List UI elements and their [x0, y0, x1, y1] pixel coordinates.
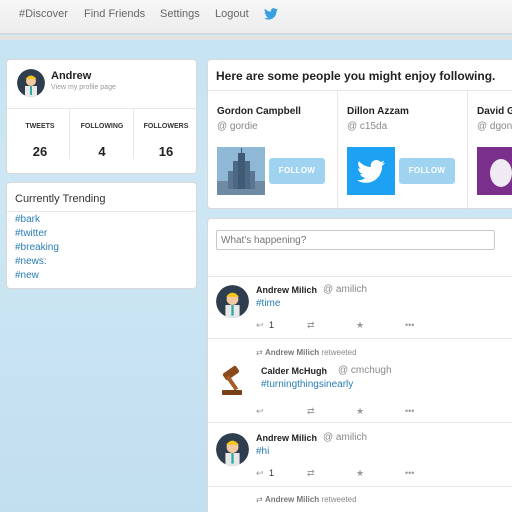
twitter-bird-icon[interactable]: [264, 8, 278, 20]
retweeter-name[interactable]: Andrew Milich: [265, 348, 319, 357]
nav-find-friends[interactable]: Find Friends: [84, 8, 145, 20]
trend-item[interactable]: #news:: [15, 256, 47, 267]
timeline-card: Andrew Milich @ amilich #time ↩ 1 ⇄ ★ ••…: [207, 218, 512, 512]
nav-settings[interactable]: Settings: [160, 8, 200, 20]
trending-card: Currently Trending #bark #twitter #break…: [6, 182, 197, 289]
suggestion-name[interactable]: Gordon Campbell: [217, 106, 301, 117]
retweet-icon[interactable]: ⇄: [307, 320, 315, 331]
suggestion-name[interactable]: David G: [477, 106, 512, 117]
divider: [208, 338, 512, 339]
avatar[interactable]: [17, 69, 45, 97]
tweet-hashtag[interactable]: #time: [256, 298, 280, 309]
divider: [467, 91, 468, 209]
egg-icon[interactable]: [477, 147, 512, 195]
divider: [133, 109, 134, 159]
divider: [7, 211, 196, 212]
more-options-icon[interactable]: •••: [405, 320, 414, 330]
retweet-icon[interactable]: ⇄: [307, 406, 315, 417]
tweet-author-handle[interactable]: @ amilich: [323, 284, 367, 295]
retweeted-label: retweeted: [321, 495, 357, 504]
favorite-icon[interactable]: ★: [356, 468, 364, 479]
reply-icon[interactable]: ↩: [256, 320, 264, 331]
trend-item[interactable]: #twitter: [15, 228, 47, 239]
who-to-follow-card: Here are some people you might enjoy fol…: [207, 59, 512, 209]
tweet-author-handle[interactable]: @ cmchugh: [338, 365, 392, 376]
suggest-title: Here are some people you might enjoy fol…: [216, 69, 496, 83]
divider: [337, 91, 338, 209]
profile-name[interactable]: Andrew: [51, 70, 91, 82]
gavel-avatar[interactable]: [216, 365, 249, 398]
trending-title: Currently Trending: [15, 193, 106, 205]
follow-button[interactable]: FOLLOW: [269, 158, 325, 184]
tweet-author-name[interactable]: Calder McHugh: [261, 366, 327, 376]
profile-card: Andrew View my profile page TWEETS FOLLO…: [6, 59, 197, 174]
reply-icon[interactable]: ↩: [256, 406, 264, 417]
divider: [208, 422, 512, 423]
stat-label-following: FOLLOWING: [80, 123, 124, 130]
stat-value-tweets[interactable]: 26: [9, 144, 71, 159]
suggestion-handle[interactable]: @ gordie: [217, 121, 258, 132]
retweeted-label: retweeted: [321, 348, 357, 357]
suggestion-handle[interactable]: @ c15da: [347, 121, 387, 132]
divider: [7, 108, 196, 109]
profile-page-link[interactable]: View my profile page: [51, 84, 116, 91]
favorite-icon[interactable]: ★: [356, 320, 364, 331]
stat-label-followers: FOLLOWERS: [143, 123, 189, 130]
twitter-bird-icon[interactable]: [347, 147, 395, 195]
more-options-icon[interactable]: •••: [405, 406, 414, 416]
reply-icon[interactable]: ↩: [256, 468, 264, 479]
retweet-icon[interactable]: ⇄: [307, 468, 315, 479]
stat-value-following[interactable]: 4: [71, 144, 133, 159]
more-options-icon[interactable]: •••: [405, 468, 414, 478]
building-photo[interactable]: [217, 147, 265, 195]
retweet-indicator: ⇄ Andrew Milich retweeted: [256, 348, 357, 357]
divider: [208, 486, 512, 487]
trend-item[interactable]: #breaking: [15, 242, 59, 253]
suggestion-handle[interactable]: @ dgon: [477, 121, 512, 132]
retweet-indicator: ⇄ Andrew Milich retweeted: [256, 495, 357, 504]
reply-count: 1: [269, 320, 275, 330]
top-nav-bar: #Discover Find Friends Settings Logout: [0, 0, 512, 34]
top-bar-divider: [0, 35, 512, 40]
compose-tweet-input[interactable]: [216, 230, 495, 250]
nav-logout[interactable]: Logout: [215, 8, 249, 20]
favorite-icon[interactable]: ★: [356, 406, 364, 417]
divider: [208, 276, 512, 277]
tweet-author-name[interactable]: Andrew Milich: [256, 433, 317, 443]
retweeter-name[interactable]: Andrew Milich: [265, 495, 319, 504]
tweet-author-handle[interactable]: @ amilich: [323, 432, 367, 443]
tweet-hashtag[interactable]: #turningthingsinearly: [261, 379, 353, 390]
follow-button[interactable]: FOLLOW: [399, 158, 455, 184]
stat-value-followers[interactable]: 16: [135, 144, 197, 159]
nav-discover[interactable]: #Discover: [19, 8, 68, 20]
avatar[interactable]: [216, 433, 249, 466]
avatar[interactable]: [216, 285, 249, 318]
tweet-hashtag[interactable]: #hi: [256, 446, 269, 457]
tweet-author-name[interactable]: Andrew Milich: [256, 285, 317, 295]
trend-item[interactable]: #bark: [15, 214, 40, 225]
reply-count: 1: [269, 468, 275, 478]
trend-item[interactable]: #new: [15, 270, 39, 281]
suggestion-name[interactable]: Dillon Azzam: [347, 106, 409, 117]
stat-label-tweets: TWEETS: [25, 123, 55, 130]
